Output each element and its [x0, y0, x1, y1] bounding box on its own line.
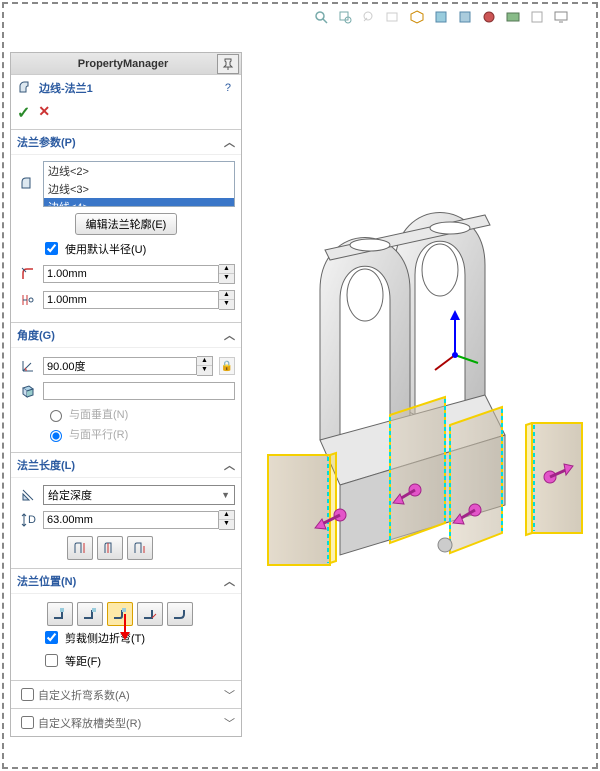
section-length-body: 给定深度 ▼ D ▲▼: [11, 477, 241, 568]
trim-side-bends-checkbox[interactable]: 剪裁侧边折弯(T): [41, 626, 235, 649]
section-angle-body: ▲▼ 🔒 与面垂直(N) 与面平行(R): [11, 347, 241, 452]
view-settings-icon[interactable]: [528, 8, 546, 26]
prev-view-icon[interactable]: [360, 8, 378, 26]
gap-icon: [17, 289, 39, 311]
chevron-up-icon: ︿: [224, 573, 235, 589]
radio-input[interactable]: [50, 410, 62, 422]
section-title: 法兰位置(N): [17, 573, 76, 589]
edge-sel-icon: [17, 173, 39, 195]
model-view: [250, 45, 590, 745]
monitor-icon[interactable]: [552, 8, 570, 26]
lock-icon[interactable]: 🔒: [219, 357, 235, 375]
cancel-button[interactable]: ✕: [38, 103, 50, 123]
help-icon[interactable]: ?: [225, 82, 231, 94]
perpendicular-radio[interactable]: 与面垂直(N): [45, 404, 235, 424]
graphics-viewport[interactable]: [250, 45, 590, 761]
spin-buttons[interactable]: ▲▼: [197, 356, 213, 376]
pin-button[interactable]: [217, 54, 239, 74]
pm-title: PropertyManager: [29, 58, 217, 70]
pos-tangent-button[interactable]: [167, 602, 193, 626]
checkbox-label: 等距(F): [65, 653, 101, 669]
bend-radius-icon: [17, 263, 39, 285]
section-position-header[interactable]: 法兰位置(N) ︿: [11, 568, 241, 593]
radius1-input[interactable]: [43, 265, 219, 283]
edit-profile-button[interactable]: 编辑法兰轮廓(E): [75, 213, 178, 235]
face-select-box[interactable]: [43, 382, 235, 400]
section-flange-params-header[interactable]: 法兰参数(P) ︿: [11, 129, 241, 154]
section-title: 角度(G): [17, 327, 55, 343]
svg-text:D: D: [28, 514, 36, 526]
hide-show-icon[interactable]: [456, 8, 474, 26]
section-title: 自定义释放槽类型(R): [38, 715, 141, 731]
edge-listbox[interactable]: 边线<2> 边线<3> 边线<4>: [43, 161, 235, 207]
section-custom-bend-header[interactable]: 自定义折弯系数(A) ﹀: [11, 680, 241, 708]
end-cond-icon: [17, 484, 39, 506]
angle-input[interactable]: [43, 357, 197, 375]
origin-handle[interactable]: [438, 538, 452, 552]
parallel-radio[interactable]: 与面平行(R): [45, 424, 235, 444]
checkbox-input[interactable]: [21, 716, 34, 729]
zoom-area-icon[interactable]: [336, 8, 354, 26]
feature-name: 边线-法兰1: [39, 80, 225, 96]
radio-label: 与面垂直(N): [69, 406, 128, 422]
length-ref-outer-virtual-button[interactable]: [67, 536, 93, 560]
section-custom-relief-header[interactable]: 自定义释放槽类型(R) ﹀: [11, 708, 241, 736]
chevron-up-icon: ︿: [224, 327, 235, 343]
edit-appearance-icon[interactable]: [480, 8, 498, 26]
display-style-icon[interactable]: [432, 8, 450, 26]
section-title: 法兰长度(L): [17, 457, 75, 473]
section-title: 法兰参数(P): [17, 134, 76, 150]
checkbox-input[interactable]: [45, 242, 58, 255]
pm-header: PropertyManager: [11, 53, 241, 75]
section-flange-params-body: 边线<2> 边线<3> 边线<4> 编辑法兰轮廓(E) 使用默认半径(U) ▲▼: [11, 154, 241, 322]
view-toolbar: [312, 8, 570, 26]
list-item[interactable]: 边线<4>: [44, 198, 234, 207]
end-condition-dropdown[interactable]: 给定深度 ▼: [43, 485, 235, 505]
pos-virtual-sharp-button[interactable]: [137, 602, 163, 626]
list-item[interactable]: 边线<2>: [44, 162, 234, 180]
use-default-radius-checkbox[interactable]: 使用默认半径(U): [41, 237, 235, 260]
angle-icon: [17, 355, 39, 377]
edge-flange-icon: [17, 79, 35, 97]
length-ref-tangent-button[interactable]: [127, 536, 153, 560]
annotation-arrow: [116, 612, 134, 642]
length-ref-inner-virtual-button[interactable]: [97, 536, 123, 560]
face-sel-icon: [17, 380, 39, 402]
ok-button[interactable]: ✓: [17, 103, 30, 123]
list-item[interactable]: 边线<3>: [44, 180, 234, 198]
spin-buttons[interactable]: ▲▼: [219, 510, 235, 530]
zoom-fit-icon[interactable]: [312, 8, 330, 26]
section-view-icon[interactable]: [384, 8, 402, 26]
view-orient-icon[interactable]: [408, 8, 426, 26]
equal-dist-checkbox[interactable]: 等距(F): [41, 649, 235, 672]
section-angle-header[interactable]: 角度(G) ︿: [11, 322, 241, 347]
checkbox-input[interactable]: [45, 631, 58, 644]
dropdown-value: 给定深度: [48, 487, 92, 503]
chevron-up-icon: ︿: [224, 457, 235, 473]
section-title: 自定义折弯系数(A): [38, 687, 130, 703]
chevron-up-icon: ︿: [224, 134, 235, 150]
ok-cancel-row: ✓ ✕: [11, 101, 241, 129]
apply-scene-icon[interactable]: [504, 8, 522, 26]
length-icon: D: [17, 509, 39, 531]
checkbox-label: 使用默认半径(U): [65, 241, 146, 257]
pos-material-inside-button[interactable]: [47, 602, 73, 626]
section-length-header[interactable]: 法兰长度(L) ︿: [11, 452, 241, 477]
pos-material-outside-button[interactable]: [77, 602, 103, 626]
chevron-down-icon: ▼: [221, 490, 230, 500]
radio-input[interactable]: [50, 430, 62, 442]
spin-buttons[interactable]: ▲▼: [219, 290, 235, 310]
feature-row: 边线-法兰1 ?: [11, 75, 241, 101]
checkbox-input[interactable]: [21, 688, 34, 701]
chevron-down-icon: ﹀: [224, 687, 235, 703]
checkbox-input[interactable]: [45, 654, 58, 667]
radio-label: 与面平行(R): [69, 426, 128, 442]
spin-buttons[interactable]: ▲▼: [219, 264, 235, 284]
chevron-down-icon: ﹀: [224, 715, 235, 731]
radius2-input[interactable]: [43, 291, 219, 309]
length-input[interactable]: [43, 511, 219, 529]
